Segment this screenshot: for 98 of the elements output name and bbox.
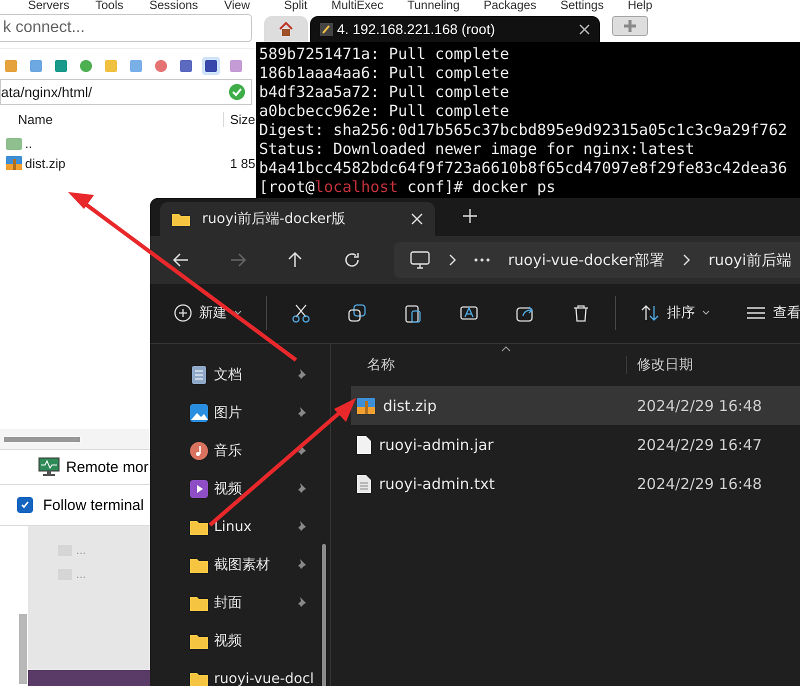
- scrollbar: [19, 614, 27, 684]
- list-view-icon: [746, 306, 766, 320]
- folder-icon: [190, 558, 208, 572]
- quick-connect-field[interactable]: k connect...: [0, 14, 252, 42]
- zip-folder-icon: [357, 398, 375, 414]
- checkbox-label: Follow terminal: [43, 496, 144, 514]
- folder-icon: [190, 634, 208, 648]
- close-icon[interactable]: [579, 24, 590, 34]
- caret-icon: [234, 310, 242, 316]
- plus-icon[interactable]: [463, 209, 477, 224]
- file-row[interactable]: dist.zip 2024/2/29 16:48: [351, 386, 800, 425]
- sidebar-item[interactable]: 封面: [150, 584, 330, 622]
- chevron-icon: [448, 254, 456, 266]
- terminal-line: b4a41bcc4582bdc64f9f723a6610b8f65cd47097e8f29fe83c42dea36: [259, 159, 788, 178]
- scrollbar[interactable]: [322, 544, 326, 686]
- back-icon[interactable]: [172, 251, 190, 269]
- breadcrumb-item[interactable]: ruoyi-vue-docker部署: [508, 250, 664, 270]
- remote-monitoring-button[interactable]: Remote mor: [66, 458, 149, 476]
- plus-circle-icon: [174, 304, 192, 322]
- folder-icon: [190, 520, 208, 534]
- list-item-label: ...: [76, 567, 86, 581]
- file-row[interactable]: ruoyi-admin.jar 2024/2/29 16:47: [351, 425, 800, 464]
- sidebar-item[interactable]: 文档: [150, 356, 330, 394]
- text-file-icon: [357, 474, 371, 492]
- document-icon: [190, 366, 208, 384]
- sidebar-item[interactable]: 音乐: [150, 432, 330, 470]
- home-icon: [278, 21, 294, 37]
- terminal-line: 589b7251471a: Pull complete: [259, 45, 510, 64]
- file-row[interactable]: ..: [0, 133, 256, 153]
- menu-item[interactable]: Tunneling: [407, 0, 460, 10]
- folder-tab[interactable]: ruoyi前后端-docker版: [160, 202, 435, 236]
- sidebar-item[interactable]: Linux: [150, 508, 330, 546]
- address-bar[interactable]: ruoyi-vue-docker部署 ruoyi前后端: [394, 242, 800, 278]
- checkmark-icon: [20, 500, 30, 510]
- column-header[interactable]: Name: [18, 112, 53, 126]
- folder-icon: [190, 672, 208, 686]
- new-tab-button[interactable]: [612, 16, 648, 36]
- file-row[interactable]: dist.zip 1 85: [0, 153, 256, 173]
- terminal-line: Digest: sha256:0d17b565c37bcbd895e9d92315a05c1c3c9a29f762: [259, 121, 788, 140]
- computer-icon: [410, 251, 430, 269]
- delete-icon[interactable]: [571, 303, 591, 324]
- picture-icon: [190, 404, 208, 422]
- menu-item[interactable]: Settings: [560, 0, 604, 10]
- sidebar-item[interactable]: ruoyi-vue-docl: [150, 660, 330, 686]
- sort-caret-icon: [501, 346, 511, 352]
- terminal-prompt: [root@localhost conf]# docker ps: [259, 178, 557, 197]
- terminal-line: Status: Downloaded newer image for nginx:latest: [259, 140, 696, 159]
- sidebar-item[interactable]: 视频: [150, 622, 330, 660]
- breadcrumb-item[interactable]: ruoyi前后端: [708, 250, 792, 270]
- menu-item[interactable]: Tools: [95, 0, 124, 10]
- menu-item[interactable]: Help: [628, 0, 652, 10]
- sidebar-item[interactable]: 截图素材: [150, 546, 330, 584]
- menu-item[interactable]: MultiExec: [331, 0, 384, 10]
- forward-icon[interactable]: [229, 251, 247, 269]
- monitor-icon: [38, 457, 60, 477]
- toolbar-icon[interactable]: [177, 57, 195, 75]
- music-icon: [190, 442, 208, 460]
- list-item-label: ...: [76, 543, 86, 557]
- toolbar-icon[interactable]: [202, 57, 220, 75]
- chevron-icon: [682, 254, 690, 266]
- menu-item[interactable]: Split: [284, 0, 308, 10]
- menu-item[interactable]: Packages: [484, 0, 536, 10]
- refresh-icon[interactable]: [343, 251, 361, 269]
- scrollbar[interactable]: [4, 436, 80, 442]
- sort-icon: [640, 304, 660, 322]
- copy-icon[interactable]: [347, 303, 367, 324]
- zip-folder-icon: [6, 156, 22, 170]
- video-icon: [190, 480, 208, 498]
- menu-item[interactable]: Servers: [28, 0, 70, 10]
- sort-button[interactable]: 排序: [640, 304, 710, 322]
- toolbar-icon[interactable]: [52, 57, 70, 75]
- cut-icon[interactable]: [291, 303, 311, 324]
- terminal-icon: [320, 22, 333, 36]
- folder-icon: [172, 212, 190, 226]
- home-tab[interactable]: [264, 16, 308, 42]
- menu-item[interactable]: Sessions: [149, 0, 198, 10]
- caret-icon: [702, 310, 710, 316]
- sidebar-item[interactable]: 图片: [150, 394, 330, 432]
- terminal-line: b4df32aa5a72: Pull complete: [259, 83, 510, 102]
- folder-icon: [190, 596, 208, 610]
- session-tab[interactable]: 4. 192.168.221.168 (root): [310, 16, 600, 42]
- column-header[interactable]: 名称: [331, 356, 627, 374]
- terminal-line: a0bcbecc962e: Pull complete: [259, 102, 510, 121]
- file-row[interactable]: ruoyi-admin.txt 2024/2/29 16:48: [351, 464, 800, 503]
- menu-item[interactable]: View: [224, 0, 250, 10]
- parent-folder-icon: [6, 136, 22, 150]
- file-icon: [357, 436, 371, 454]
- terminal-line: 186b1aaa4aa6: Pull complete: [259, 64, 510, 83]
- checkbox[interactable]: [17, 497, 33, 513]
- column-header[interactable]: 修改日期: [627, 356, 693, 374]
- up-icon[interactable]: [286, 251, 304, 269]
- more-icon[interactable]: [474, 258, 490, 262]
- check-icon: [229, 84, 245, 100]
- sidebar-item[interactable]: 视频: [150, 470, 330, 508]
- close-icon[interactable]: [411, 213, 423, 226]
- plus-icon: [623, 19, 637, 33]
- toolbar-icon[interactable]: [152, 57, 170, 75]
- paste-icon[interactable]: [403, 303, 423, 324]
